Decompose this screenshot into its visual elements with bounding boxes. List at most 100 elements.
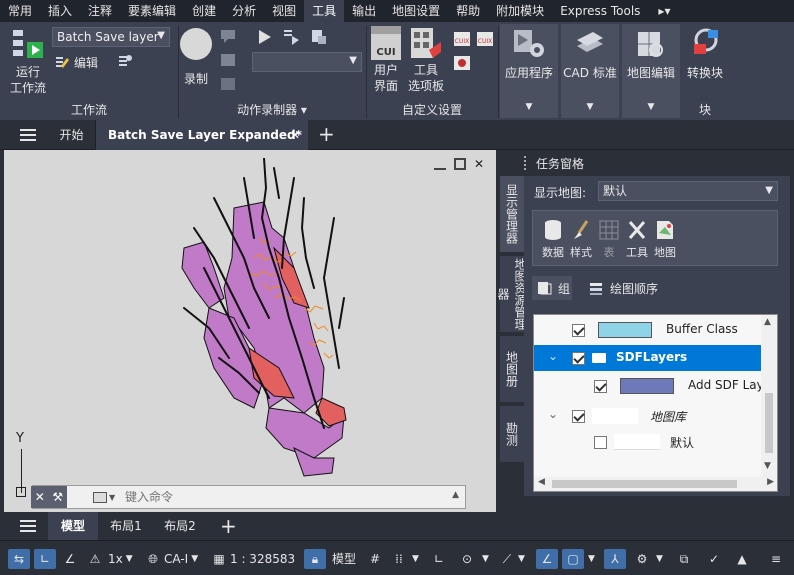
gear-icon[interactable]: ⚙ bbox=[632, 549, 652, 569]
command-history-icon[interactable]: ▼ bbox=[93, 490, 121, 504]
request-input-icon[interactable] bbox=[220, 76, 236, 92]
layer-row-add-sdf[interactable]: Add SDF Layer bbox=[534, 373, 776, 399]
chevron-down-icon[interactable]: ⌄ bbox=[548, 349, 558, 363]
manage-macros-icon[interactable] bbox=[310, 28, 328, 46]
hamburger-menu-icon[interactable] bbox=[20, 129, 36, 141]
vtab-map-book[interactable]: 地图册 bbox=[500, 336, 524, 402]
globe-icon[interactable]: 🌐︎ bbox=[144, 549, 162, 569]
workflow-settings-icon[interactable] bbox=[116, 53, 134, 71]
map-scale[interactable]: 1 : 328583 bbox=[230, 549, 295, 569]
cad-standards-group[interactable]: CAD 标准 ▼ bbox=[561, 24, 619, 118]
table-tool[interactable]: 表 bbox=[595, 219, 623, 260]
layer-list-hscrollbar[interactable]: ◀ ▶ bbox=[534, 477, 777, 491]
layer-visibility-checkbox[interactable] bbox=[594, 436, 607, 449]
close-icon[interactable]: ✕ bbox=[290, 120, 300, 150]
apps-group[interactable]: 应用程序 ▼ bbox=[500, 24, 558, 118]
menu-tab-9[interactable]: 地图设置 bbox=[384, 0, 448, 22]
alert-icon[interactable]: ▲ bbox=[732, 549, 752, 569]
grid-icon[interactable]: # bbox=[366, 549, 384, 569]
run-workflow-button[interactable]: 运行 工作流 bbox=[8, 28, 48, 98]
coord-system[interactable]: CA-I ▼ bbox=[164, 549, 198, 569]
vtab-display-manager[interactable]: 显示管理器 bbox=[500, 176, 524, 252]
warning-icon[interactable]: ⚠ bbox=[86, 549, 104, 569]
map-edit-group[interactable]: 地图编辑 ▼ bbox=[622, 24, 680, 118]
hardware-acceleration-icon[interactable]: ✓ bbox=[704, 549, 724, 569]
isolate-objects-icon[interactable]: ⧉ bbox=[674, 549, 694, 569]
infer-constraints-icon[interactable]: ∟ bbox=[430, 549, 448, 569]
isodraft-icon[interactable]: ⟋ bbox=[498, 549, 516, 569]
model-space-button[interactable]: 模型 bbox=[332, 549, 356, 569]
ortho-toggle-icon[interactable]: ∟ bbox=[34, 549, 56, 569]
command-input[interactable] bbox=[125, 488, 435, 506]
layer-row-default[interactable]: 默认 bbox=[534, 429, 762, 455]
new-tab-button[interactable]: + bbox=[318, 122, 335, 146]
macro-select[interactable]: ▼ bbox=[252, 52, 362, 72]
tab-active-drawing[interactable]: Batch Save Layer Expanded* ✕ bbox=[96, 120, 308, 150]
style-tool[interactable]: 样式 bbox=[567, 219, 595, 260]
layer-row-map-library[interactable]: ⌄ 地图库 bbox=[534, 403, 762, 429]
chevron-down-icon[interactable]: ▼ bbox=[518, 549, 525, 569]
data-tool[interactable]: 数据 bbox=[539, 219, 567, 260]
command-line-grip[interactable]: ✕ ⚒ bbox=[31, 486, 67, 508]
tab-layout1[interactable]: 布局1 bbox=[100, 512, 152, 540]
layout-menu-icon[interactable] bbox=[20, 520, 36, 532]
scrollbar-thumb[interactable] bbox=[552, 480, 737, 488]
customize-status-icon[interactable]: ≡ bbox=[766, 549, 786, 569]
command-line[interactable]: ✕⚒ ▼ ▲ bbox=[31, 485, 466, 509]
close-icon[interactable]: ✕ bbox=[474, 158, 486, 170]
menu-overflow-icon[interactable]: ▸▾ bbox=[650, 0, 678, 22]
draw-order-button[interactable]: 绘图顺序 bbox=[588, 276, 658, 300]
chevron-down-icon[interactable]: ▼ bbox=[482, 549, 489, 569]
task-pane-grip[interactable] bbox=[524, 156, 530, 170]
menu-tab-1[interactable]: 插入 bbox=[40, 0, 80, 22]
comment-icon[interactable] bbox=[220, 28, 236, 44]
restore-icon[interactable] bbox=[454, 158, 466, 170]
menu-tab-8[interactable]: 输出 bbox=[344, 0, 384, 22]
tab-start[interactable]: 开始 bbox=[48, 120, 96, 150]
annotation-scale[interactable]: 1x ▼ bbox=[108, 549, 133, 569]
layer-visibility-checkbox[interactable] bbox=[594, 380, 607, 393]
action-recorder-panel-title[interactable]: 动作录制器 ▾ bbox=[178, 102, 366, 118]
scrollbar-thumb[interactable] bbox=[765, 393, 773, 453]
dynamic-ucs-icon[interactable]: ∠ bbox=[60, 549, 80, 569]
annotation-visibility-icon[interactable]: ⅄ bbox=[604, 549, 626, 569]
record-button[interactable]: 录制 bbox=[178, 28, 214, 88]
menu-tab-12[interactable]: Express Tools bbox=[552, 0, 648, 22]
lock-icon[interactable]: 🔒︎ bbox=[304, 549, 326, 569]
vtab-map-explorer[interactable]: 地图资源管理器 bbox=[496, 256, 527, 332]
workflow-select[interactable]: Batch Save layer ▼ bbox=[52, 27, 170, 47]
new-layout-button[interactable]: + bbox=[220, 514, 237, 538]
export-cuix-icon[interactable]: CUIX bbox=[475, 30, 495, 48]
vtab-survey[interactable]: 勘测 bbox=[500, 406, 524, 462]
menu-tab-3[interactable]: 要素编辑 bbox=[120, 0, 184, 22]
tab-model[interactable]: 模型 bbox=[48, 512, 98, 540]
chevron-down-icon[interactable]: ▼ bbox=[656, 549, 663, 569]
group-button[interactable]: 组 bbox=[532, 276, 572, 300]
edit-aliases-icon[interactable] bbox=[452, 54, 472, 72]
menu-tab-4[interactable]: 创建 bbox=[184, 0, 224, 22]
polar-tracking-icon[interactable]: ⊙ bbox=[456, 549, 478, 569]
chevron-up-icon[interactable]: ▲ bbox=[452, 490, 459, 500]
minimize-icon[interactable] bbox=[434, 158, 446, 170]
layer-list-vscrollbar[interactable]: ▲ ▼ bbox=[761, 315, 777, 477]
menu-tab-10[interactable]: 帮助 bbox=[448, 0, 488, 22]
convert-block-button[interactable]: 转换块 bbox=[682, 26, 728, 96]
menu-tab-7[interactable]: 工具 bbox=[304, 0, 345, 22]
drawing-canvas[interactable]: ✕ Y bbox=[4, 150, 496, 512]
snap-mode-icon[interactable]: ⁞⁞ bbox=[390, 549, 408, 569]
object-snap-tracking-icon[interactable]: ∠ bbox=[536, 549, 558, 569]
wrench-icon[interactable]: ⚒ bbox=[52, 490, 63, 504]
layer-visibility-checkbox[interactable] bbox=[572, 352, 585, 365]
menu-tab-6[interactable]: 视图 bbox=[264, 0, 304, 22]
layer-visibility-checkbox[interactable] bbox=[572, 324, 585, 337]
snap-toggle-icon[interactable]: ⇆ bbox=[8, 549, 30, 569]
show-map-select[interactable]: 默认 ▼ bbox=[598, 181, 778, 201]
menu-tab-11[interactable]: 附加模块 bbox=[488, 0, 552, 22]
play-options-icon[interactable] bbox=[282, 28, 300, 46]
object-snap-icon[interactable]: ▢ bbox=[562, 549, 584, 569]
insert-message-icon[interactable] bbox=[220, 52, 236, 68]
tools-tool[interactable]: 工具 bbox=[623, 219, 651, 260]
menu-tab-2[interactable]: 注释 bbox=[80, 0, 120, 22]
layer-row-sdflayers[interactable]: ⌄ SDFLayers bbox=[534, 345, 762, 371]
layer-visibility-checkbox[interactable] bbox=[572, 410, 585, 423]
